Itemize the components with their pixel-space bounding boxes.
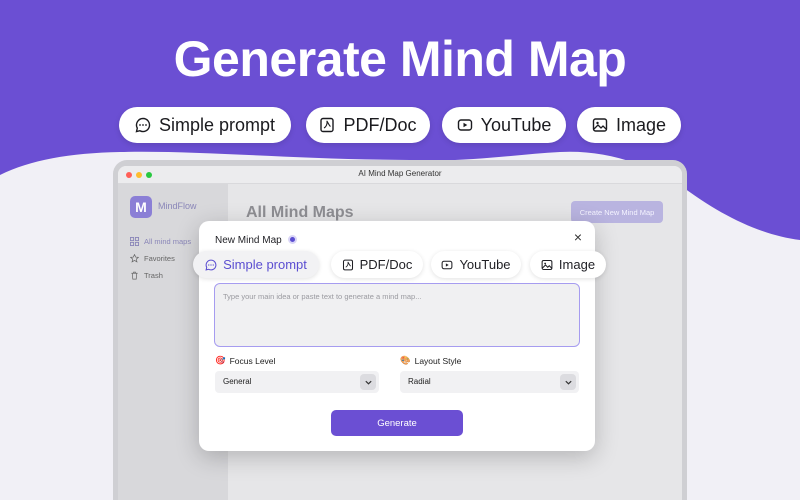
tab-label: Simple prompt	[223, 257, 307, 272]
tab-pdf-doc[interactable]: PDF/Doc	[331, 251, 423, 278]
dialog-title: New Mind Map	[215, 235, 282, 246]
chat-bubble-icon	[205, 259, 217, 271]
hero-chip-label: YouTube	[480, 114, 552, 135]
tab-label: YouTube	[459, 257, 511, 272]
sidebar-item-label: All mind maps	[144, 236, 192, 246]
pdf-file-icon	[320, 117, 335, 133]
prompt-input[interactable]: Type your main idea or paste text to gen…	[214, 283, 580, 347]
app-name: MindFlow	[158, 201, 197, 211]
page-title: All Mind Maps	[246, 204, 354, 221]
chat-bubble-icon	[135, 117, 151, 133]
star-icon	[130, 253, 139, 263]
focus-level-select[interactable]: General	[215, 371, 379, 393]
focus-level-label: 🎯 Focus Level	[215, 355, 275, 366]
chevron-down-icon	[360, 374, 376, 390]
hero-chip-image[interactable]: Image	[577, 107, 681, 143]
trash-icon	[131, 271, 138, 279]
app-logo: M	[130, 196, 152, 218]
layout-style-select[interactable]: Radial	[400, 371, 579, 393]
layout-style-label-text: Layout Style	[414, 355, 462, 366]
hero-chip-label: Simple prompt	[158, 114, 276, 135]
image-icon	[592, 118, 608, 132]
hero-chip-pdf-doc[interactable]: PDF/Doc	[306, 107, 430, 143]
grid-icon	[130, 236, 139, 246]
target-icon: 🎯	[215, 355, 226, 365]
image-icon	[541, 259, 553, 270]
chevron-down-icon	[560, 374, 576, 390]
sidebar-item-trash[interactable]: Trash	[130, 268, 163, 282]
hero-chip-label: Image	[615, 114, 667, 135]
tab-youtube[interactable]: YouTube	[431, 251, 521, 278]
layout-style-label: 🎨 Layout Style	[400, 355, 461, 366]
layout-style-value: Radial	[408, 377, 431, 386]
hero-title: Generate Mind Map	[173, 31, 627, 87]
sidebar-item-all-mind-maps[interactable]: All mind maps	[130, 234, 191, 248]
sidebar-item-label: Trash	[144, 270, 163, 280]
palette-icon: 🎨	[400, 355, 411, 365]
youtube-play-icon	[442, 260, 453, 269]
window-titlebar: AI Mind Map Generator	[118, 166, 682, 184]
pdf-file-icon	[342, 259, 353, 270]
youtube-play-icon	[457, 119, 472, 131]
window-title: AI Mind Map Generator	[358, 169, 442, 178]
hero-chip-row: Simple prompt PDF/Doc YouTube Image	[0, 107, 800, 143]
status-indicator-icon	[288, 235, 297, 244]
focus-level-label-text: Focus Level	[229, 355, 276, 366]
tab-simple-prompt[interactable]: Simple prompt	[193, 251, 319, 278]
create-new-mind-map-button[interactable]: Create New Mind Map	[571, 201, 663, 223]
tab-label: PDF/Doc	[359, 257, 413, 272]
sidebar-item-favorites[interactable]: Favorites	[130, 251, 175, 265]
focus-level-value: General	[223, 377, 252, 386]
hero-chip-youtube[interactable]: YouTube	[442, 107, 566, 143]
tab-image[interactable]: Image	[530, 251, 606, 278]
tab-label: Image	[558, 257, 596, 272]
sidebar-item-label: Favorites	[144, 253, 175, 263]
close-icon[interactable]: ×	[571, 230, 585, 244]
hero-chip-simple-prompt[interactable]: Simple prompt	[119, 107, 291, 143]
generate-button[interactable]: Generate	[331, 410, 463, 436]
hero-chip-label: PDF/Doc	[343, 114, 417, 135]
